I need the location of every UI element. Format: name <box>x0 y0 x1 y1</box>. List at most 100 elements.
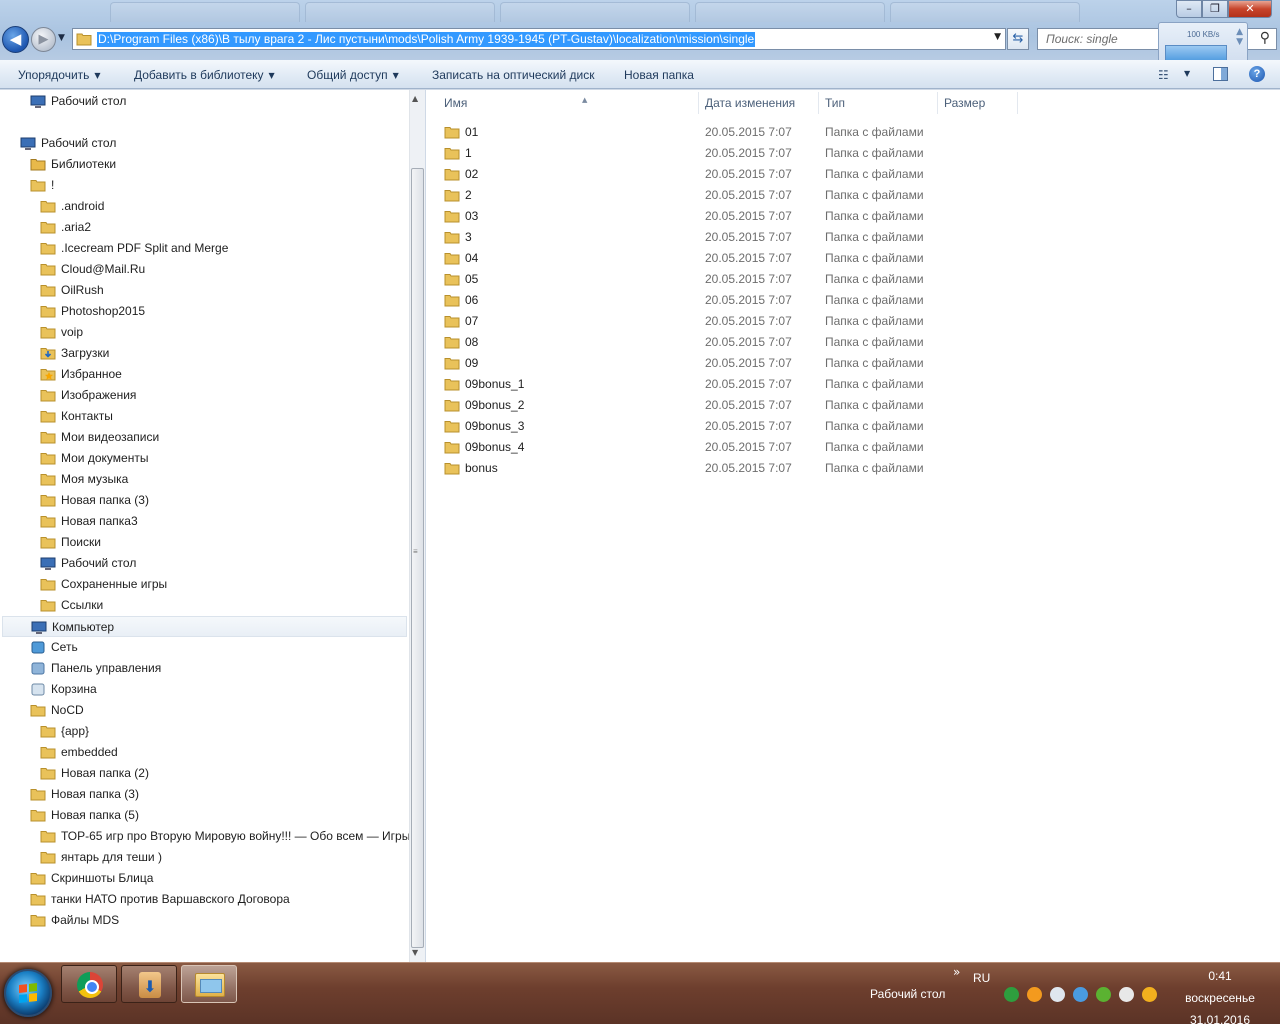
file-row[interactable]: 09bonus_1 20.05.2015 7:07 Папка с файлами <box>444 374 984 395</box>
clock[interactable]: 0:41 воскресенье 31.01.2016 <box>1172 965 1268 1024</box>
navigation-scrollbar[interactable]: ▲ ≡ ▼ <box>409 90 425 962</box>
scroll-up-icon[interactable]: ▲ <box>412 94 418 103</box>
nav-tree-item[interactable]: янтарь для теши ) <box>40 847 409 868</box>
file-row[interactable]: 09bonus_4 20.05.2015 7:07 Папка с файлами <box>444 437 984 458</box>
column-header-size[interactable]: Размер <box>944 96 985 116</box>
nav-tree-item[interactable]: Сеть <box>30 637 409 658</box>
file-row[interactable]: 02 20.05.2015 7:07 Папка с файлами <box>444 164 984 185</box>
nav-tree-item[interactable]: .aria2 <box>40 217 409 238</box>
nav-tree-item[interactable]: OilRush <box>40 280 409 301</box>
file-row[interactable]: bonus 20.05.2015 7:07 Папка с файлами <box>444 458 984 479</box>
nav-tree-item[interactable]: Cloud@Mail.Ru <box>40 259 409 280</box>
column-divider[interactable] <box>937 92 938 114</box>
file-row[interactable]: 09 20.05.2015 7:07 Папка с файлами <box>444 353 984 374</box>
nav-tree-item[interactable]: .Icecream PDF Split and Merge <box>40 238 409 259</box>
recent-pages-dropdown[interactable]: ▼ <box>58 33 65 43</box>
forward-button[interactable]: ▶ <box>31 27 56 52</box>
background-tab[interactable] <box>110 2 300 22</box>
view-options-dropdown[interactable]: ▼ <box>1184 69 1190 78</box>
column-header-type[interactable]: Тип <box>825 96 845 116</box>
view-options-icon[interactable]: ☷ <box>1158 68 1169 82</box>
file-row[interactable]: 09bonus_3 20.05.2015 7:07 Папка с файлами <box>444 416 984 437</box>
nav-tree-item[interactable]: Избранное <box>40 364 409 385</box>
column-divider[interactable] <box>818 92 819 114</box>
nav-tree-item[interactable]: Новая папка (5) <box>30 805 409 826</box>
column-divider[interactable] <box>1017 92 1018 114</box>
download-arrow-icon[interactable] <box>1073 987 1088 1002</box>
taskbar-chrome[interactable] <box>61 965 117 1003</box>
start-button[interactable] <box>4 969 52 1017</box>
background-tab[interactable] <box>305 2 495 22</box>
nav-tree-item[interactable]: Новая папка (2) <box>40 763 409 784</box>
nav-tree-item[interactable]: Библиотеки <box>30 154 409 175</box>
column-header-name[interactable]: Имя ▲ <box>444 96 699 116</box>
yellow-app-icon[interactable] <box>1142 987 1157 1002</box>
nav-tree-item[interactable]: Новая папка (3) <box>30 784 409 805</box>
file-row[interactable]: 06 20.05.2015 7:07 Папка с файлами <box>444 290 984 311</box>
nav-tree-item[interactable]: Сохраненные игры <box>40 574 409 595</box>
nav-tree-item[interactable]: Новая папка3 <box>40 511 409 532</box>
nav-tree-item[interactable]: Мои видеозаписи <box>40 427 409 448</box>
navigation-pane[interactable]: Рабочий стол Рабочий стол Библиотеки! .andr… <box>0 90 409 962</box>
preview-pane-icon[interactable] <box>1213 67 1228 81</box>
nav-tree-item[interactable]: Рабочий стол <box>30 91 409 112</box>
taskbar-explorer[interactable] <box>181 965 237 1003</box>
orange-update-icon[interactable] <box>1027 987 1042 1002</box>
nav-tree-item[interactable]: NoCD <box>30 700 409 721</box>
search-icon[interactable]: ⚲ <box>1260 30 1270 46</box>
column-header-date[interactable]: Дата изменения <box>705 96 795 116</box>
toolbar-chevron[interactable]: » <box>953 965 960 979</box>
refresh-button[interactable]: ⇆ <box>1007 28 1029 50</box>
volume-icon[interactable] <box>1119 987 1134 1002</box>
desktop-toolbar-label[interactable]: Рабочий стол <box>870 987 945 1001</box>
file-row[interactable]: 05 20.05.2015 7:07 Папка с файлами <box>444 269 984 290</box>
file-row[interactable]: 2 20.05.2015 7:07 Папка с файлами <box>444 185 984 206</box>
nav-tree-item[interactable]: Photoshop2015 <box>40 301 409 322</box>
green-sync-icon[interactable] <box>1004 987 1019 1002</box>
scroll-down-icon[interactable]: ▼ <box>412 948 418 957</box>
file-row[interactable]: 01 20.05.2015 7:07 Папка с файлами <box>444 122 984 143</box>
back-button[interactable]: ◀ <box>2 26 29 53</box>
share-menu[interactable]: Общий доступ ▼ <box>307 68 399 82</box>
file-row[interactable]: 07 20.05.2015 7:07 Папка с файлами <box>444 311 984 332</box>
file-row[interactable]: 3 20.05.2015 7:07 Папка с файлами <box>444 227 984 248</box>
language-indicator[interactable]: RU <box>973 971 990 985</box>
utorrent-icon[interactable] <box>1096 987 1111 1002</box>
nav-tree-item[interactable]: Файлы MDS <box>30 910 409 931</box>
nav-tree-item[interactable]: Новая папка (3) <box>40 490 409 511</box>
nav-tree-item[interactable]: Корзина <box>30 679 409 700</box>
help-icon[interactable]: ? <box>1249 66 1265 82</box>
nav-tree-item[interactable]: танки НАТО против Варшавского Договора <box>30 889 409 910</box>
nav-tree-item[interactable]: Моя музыка <box>40 469 409 490</box>
nav-tree-item[interactable]: Скриншоты Блица <box>30 868 409 889</box>
background-tab[interactable] <box>890 2 1080 22</box>
nav-tree-item[interactable]: voip <box>40 322 409 343</box>
file-row[interactable]: 03 20.05.2015 7:07 Папка с файлами <box>444 206 984 227</box>
nav-tree-item[interactable]: .android <box>40 196 409 217</box>
file-row[interactable]: 09bonus_2 20.05.2015 7:07 Папка с файлами <box>444 395 984 416</box>
column-divider[interactable] <box>698 92 699 114</box>
file-row[interactable]: 08 20.05.2015 7:07 Папка с файлами <box>444 332 984 353</box>
nav-tree-item[interactable]: Поиски <box>40 532 409 553</box>
minimize-button[interactable]: – <box>1176 0 1202 18</box>
nav-tree-item[interactable]: {app} <box>40 721 409 742</box>
address-path[interactable]: D:\Program Files (x86)\В тылу врага 2 - … <box>97 32 756 47</box>
nav-tree-item[interactable]: Компьютер <box>2 616 407 637</box>
close-button[interactable]: ✕ <box>1228 0 1272 18</box>
maximize-button[interactable]: ❐ <box>1202 0 1228 18</box>
file-row[interactable]: 1 20.05.2015 7:07 Папка с файлами <box>444 143 984 164</box>
scrollbar-thumb[interactable] <box>411 168 424 948</box>
nav-tree-item[interactable]: embedded <box>40 742 409 763</box>
nav-tree-item[interactable]: Ссылки <box>40 595 409 616</box>
add-to-library-menu[interactable]: Добавить в библиотеку ▼ <box>134 68 275 82</box>
background-tab[interactable] <box>500 2 690 22</box>
monitor-icon[interactable] <box>1050 987 1065 1002</box>
new-folder-button[interactable]: Новая папка <box>624 68 694 82</box>
nav-tree-item[interactable]: Рабочий стол <box>20 133 409 154</box>
file-row[interactable]: 04 20.05.2015 7:07 Папка с файлами <box>444 248 984 269</box>
nav-tree-item[interactable]: Мои документы <box>40 448 409 469</box>
background-tab[interactable] <box>695 2 885 22</box>
file-list-pane[interactable]: Имя ▲ Дата изменения Тип Размер 01 20.05.… <box>426 90 1280 962</box>
burn-button[interactable]: Записать на оптический диск <box>432 68 595 82</box>
organize-menu[interactable]: Упорядочить ▼ <box>18 68 101 82</box>
